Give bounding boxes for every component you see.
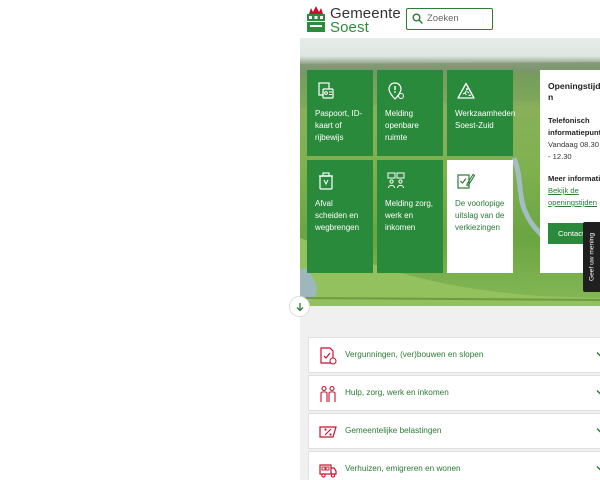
accordion-label: Vergunningen, (ver)bouwen en slopen <box>345 350 484 359</box>
tile-melding-openbare-ruimte[interactable]: Melding openbare ruimte <box>377 70 443 156</box>
phone-info-heading: Telefonisch <box>548 116 590 125</box>
search-icon[interactable] <box>412 13 423 24</box>
accordion-label: Hulp, zorg, werk en inkomen <box>345 388 449 397</box>
phone-info-heading-cont: informatiepunt <box>548 128 600 137</box>
tile-afval-scheiden-wegbrengen[interactable]: Afval scheiden en wegbrengen <box>307 160 373 273</box>
today-hours: Vandaag 08.30 <box>548 140 599 149</box>
tile-paspoort-id-rijbewijs[interactable]: Paspoort, ID-kaart of rijbewijs <box>307 70 373 156</box>
roadworks-icon <box>457 82 475 99</box>
chevron-down-icon <box>596 466 600 471</box>
more-info-heading: Meer informati <box>548 174 600 183</box>
people-care-icon <box>387 172 405 189</box>
logo-text-soest: Soest <box>330 19 369 36</box>
page: Gemeente Soest Paspoort, <box>300 0 600 480</box>
permit-document-icon <box>320 347 337 365</box>
search-input[interactable] <box>427 11 489 26</box>
tile-label: Paspoort, ID-kaart of rijbewijs <box>315 109 363 143</box>
tile-voorlopige-uitslag-verkiezingen[interactable]: De voorlopige uitslag van de verkiezinge… <box>447 160 513 273</box>
search-box[interactable] <box>406 8 493 30</box>
today-hours-end: - 12.30 <box>548 152 572 161</box>
tile-label: Melding zorg, werk en inkomen <box>385 199 434 233</box>
chevron-down-icon <box>596 352 600 357</box>
waste-bin-icon <box>319 172 333 190</box>
opening-hours-link[interactable]: Bekijk de openingstijden <box>548 185 600 209</box>
feedback-tab[interactable]: Geef uw mening <box>583 222 600 292</box>
scroll-down-button[interactable] <box>289 296 310 317</box>
chevron-down-icon <box>596 428 600 433</box>
id-card-icon <box>318 82 334 99</box>
tile-label: De voorlopige uitslag van de verkiezinge… <box>455 199 505 233</box>
accordion-label: Verhuizen, emigreren en wonen <box>345 464 461 473</box>
location-alert-icon <box>388 82 404 100</box>
tax-percent-icon <box>319 426 337 438</box>
accordion-item-verhuizen[interactable]: Verhuizen, emigreren en wonen <box>308 451 600 480</box>
people-help-icon <box>320 385 336 402</box>
opening-hours-link-line1: Bekijk de <box>548 186 579 195</box>
ballot-vote-icon <box>457 173 475 189</box>
feedback-tab-label: Geef uw mening <box>588 232 595 282</box>
accordion-item-belastingen[interactable]: Gemeentelijke belastingen <box>308 413 600 449</box>
tile-label: Melding openbare ruimte <box>385 109 419 143</box>
moving-truck-icon <box>319 464 337 478</box>
opening-hours-title-cont: n <box>548 92 554 102</box>
tile-werkzaamheden-soest-zuid[interactable]: Werkzaamheden Soest-Zuid <box>447 70 516 156</box>
opening-hours-link-line2: openingstijden <box>548 198 597 207</box>
tile-label: Werkzaamheden Soest-Zuid <box>455 109 516 131</box>
tile-melding-zorg-werk-inkomen[interactable]: Melding zorg, werk en inkomen <box>377 160 443 273</box>
opening-hours-title: Openingstijde <box>548 81 600 91</box>
topics-section: Vergunningen, (ver)bouwen en slopen Hulp… <box>300 306 600 480</box>
arrow-down-icon <box>296 303 304 312</box>
site-header: Gemeente Soest <box>300 0 600 38</box>
accordion-item-hulp-zorg[interactable]: Hulp, zorg, werk en inkomen <box>308 375 600 411</box>
accordion-label: Gemeentelijke belastingen <box>345 426 442 435</box>
accordion-item-vergunningen[interactable]: Vergunningen, (ver)bouwen en slopen <box>308 337 600 373</box>
chevron-down-icon <box>596 390 600 395</box>
tile-label: Afval scheiden en wegbrengen <box>315 199 360 233</box>
gemeente-soest-logo[interactable] <box>306 5 326 33</box>
